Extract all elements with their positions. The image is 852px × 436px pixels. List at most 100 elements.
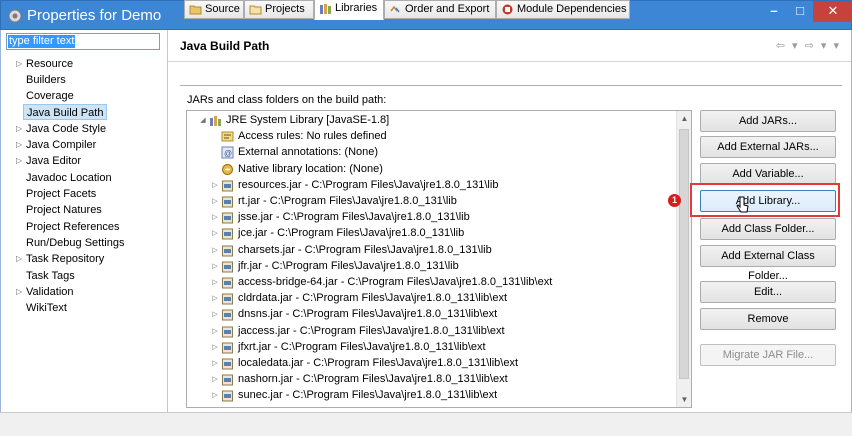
nav-item-label: Java Code Style bbox=[26, 123, 107, 135]
nav-item-java-code-style[interactable]: ▷ Java Code Style bbox=[16, 121, 107, 137]
tree-expand-icon[interactable]: ▷ bbox=[211, 210, 219, 225]
annotations-icon: @ bbox=[221, 146, 234, 159]
tab-order-and-export[interactable]: Order and Export bbox=[384, 0, 496, 19]
tree-expand-icon[interactable]: ◢ bbox=[199, 113, 207, 128]
scroll-thumb[interactable] bbox=[679, 129, 689, 379]
edit-button[interactable]: Edit... bbox=[700, 281, 836, 303]
nav-item-coverage[interactable]: Coverage bbox=[26, 88, 74, 104]
add-external-jars-button[interactable]: Add External JARs... bbox=[700, 136, 836, 158]
remove-button[interactable]: Remove bbox=[700, 308, 836, 330]
jar-icon bbox=[222, 261, 233, 273]
tab-strip-line bbox=[180, 85, 842, 86]
tree-expand-icon[interactable]: ▷ bbox=[211, 372, 219, 387]
tree-expand-icon[interactable]: ▷ bbox=[211, 388, 219, 403]
nav-item-project-facets[interactable]: Project Facets bbox=[26, 186, 96, 202]
filter-input[interactable]: type filter text bbox=[6, 33, 160, 50]
step-badge: 1 bbox=[668, 194, 681, 207]
page-header: Java Build Path ⇦ ▾ ⇨ ▾ ▾ bbox=[168, 30, 851, 62]
close-button[interactable]: ✕ bbox=[813, 1, 852, 22]
module-dependencies-icon bbox=[502, 4, 513, 15]
tree-item-label: nashorn.jar - C:\Program Files\Java\jre1… bbox=[238, 373, 508, 386]
nav-item-java-compiler[interactable]: ▷ Java Compiler bbox=[16, 137, 96, 153]
tree-item-jar[interactable]: ▷ jfxrt.jar - C:\Program Files\Java\jre1.… bbox=[187, 340, 675, 355]
scroll-down-icon[interactable]: ▼ bbox=[677, 392, 692, 407]
nav-item-run-debug-settings[interactable]: Run/Debug Settings bbox=[26, 235, 124, 251]
tree-expand-icon[interactable]: ▷ bbox=[211, 178, 219, 193]
tree-item-jar[interactable]: ▷ jce.jar - C:\Program Files\Java\jre1.8.… bbox=[187, 226, 675, 241]
tree-item-jar[interactable]: ▷ charsets.jar - C:\Program Files\Java\jr… bbox=[187, 243, 675, 258]
jar-icon bbox=[222, 245, 233, 257]
add-external-class-folder-button[interactable]: Add External Class Folder... bbox=[700, 245, 836, 282]
tree-root-jre-library[interactable]: ◢ JRE System Library [JavaSE-1.8] bbox=[187, 113, 675, 128]
tree-item-attribute[interactable]: @ External annotations: (None) bbox=[187, 145, 675, 160]
expand-arrow-icon[interactable]: ▷ bbox=[16, 121, 22, 137]
minimize-button[interactable]: – bbox=[761, 1, 787, 22]
tree-expand-icon[interactable]: ▷ bbox=[211, 356, 219, 371]
nav-item-project-natures[interactable]: Project Natures bbox=[26, 202, 102, 218]
nav-item-task-tags[interactable]: Task Tags bbox=[26, 268, 75, 284]
build-path-tree[interactable]: ◢ JRE System Library [JavaSE-1.8] Access r… bbox=[186, 110, 692, 408]
tree-item-label: resources.jar - C:\Program Files\Java\jr… bbox=[238, 178, 499, 191]
history-nav-arrows[interactable]: ⇦ ▾ ⇨ ▾ ▾ bbox=[776, 39, 841, 52]
tree-item-jar[interactable]: ▷ resources.jar - C:\Program Files\Java\j… bbox=[187, 178, 675, 193]
tab-module-dependencies[interactable]: Module Dependencies bbox=[496, 0, 630, 19]
nav-item-builders[interactable]: Builders bbox=[26, 72, 66, 88]
nav-item-resource[interactable]: ▷ Resource bbox=[16, 56, 74, 72]
nav-item-label: Builders bbox=[26, 74, 66, 86]
tree-item-label: dnsns.jar - C:\Program Files\Java\jre1.8… bbox=[238, 308, 498, 321]
nav-item-java-editor[interactable]: ▷ Java Editor bbox=[16, 153, 82, 169]
nav-item-javadoc-location[interactable]: Javadoc Location bbox=[26, 170, 112, 186]
maximize-button[interactable]: □ bbox=[787, 1, 813, 22]
tree-item-attribute[interactable]: Native library location: (None) bbox=[187, 162, 675, 177]
tree-expand-icon[interactable]: ▷ bbox=[211, 275, 219, 290]
expand-arrow-icon[interactable]: ▷ bbox=[16, 251, 22, 267]
tree-item-jar[interactable]: ▷ jfr.jar - C:\Program Files\Java\jre1.8.… bbox=[187, 259, 675, 274]
tree-expand-icon[interactable]: ▷ bbox=[211, 291, 219, 306]
scroll-up-icon[interactable]: ▲ bbox=[677, 111, 692, 126]
tree-item-jar[interactable]: ▷ nashorn.jar - C:\Program Files\Java\jre… bbox=[187, 372, 675, 387]
nav-item-java-build-path[interactable]: Java Build Path bbox=[23, 104, 108, 120]
tree-item-jar[interactable]: ▷ access-bridge-64.jar - C:\Program Files… bbox=[187, 275, 675, 290]
add-jars-button[interactable]: Add JARs... bbox=[700, 110, 836, 132]
jar-icon bbox=[222, 180, 233, 192]
nav-item-label: Java Editor bbox=[26, 155, 82, 167]
tab-projects[interactable]: Projects bbox=[244, 0, 314, 19]
tree-expand-icon[interactable]: ▷ bbox=[211, 194, 219, 209]
tree-item-jar[interactable]: ▷ localedata.jar - C:\Program Files\Java\… bbox=[187, 356, 675, 371]
tree-item-jar[interactable]: ▷ rt.jar - C:\Program Files\Java\jre1.8.0… bbox=[187, 194, 675, 209]
nav-item-label: Project Natures bbox=[26, 204, 102, 216]
add-class-folder-button[interactable]: Add Class Folder... bbox=[700, 218, 836, 240]
nav-item-label: Validation bbox=[26, 286, 74, 298]
tree-expand-icon[interactable]: ▷ bbox=[211, 307, 219, 322]
tree-item-jar[interactable]: ▷ jsse.jar - C:\Program Files\Java\jre1.8… bbox=[187, 210, 675, 225]
expand-arrow-icon[interactable]: ▷ bbox=[16, 153, 22, 169]
tree-item-jar[interactable]: ▷ jaccess.jar - C:\Program Files\Java\jre… bbox=[187, 324, 675, 339]
tree-expand-icon[interactable]: ▷ bbox=[211, 340, 219, 355]
svg-text:@: @ bbox=[224, 149, 232, 158]
expand-arrow-icon[interactable]: ▷ bbox=[16, 137, 22, 153]
nav-item-wikitext[interactable]: WikiText bbox=[26, 300, 67, 316]
tab-libraries[interactable]: Libraries bbox=[314, 0, 384, 20]
nav-item-validation[interactable]: ▷ Validation bbox=[16, 284, 74, 300]
window-title: Properties for Demo bbox=[27, 7, 162, 24]
nav-item-project-references[interactable]: Project References bbox=[26, 219, 120, 235]
tree-expand-icon[interactable]: ▷ bbox=[211, 226, 219, 241]
tree-item-label: Access rules: No rules defined bbox=[238, 130, 387, 143]
tree-item-label: Native library location: (None) bbox=[238, 162, 383, 175]
nav-item-label: Resource bbox=[26, 58, 74, 70]
jar-icon bbox=[222, 326, 233, 338]
tree-expand-icon[interactable]: ▷ bbox=[211, 259, 219, 274]
tree-item-label: access-bridge-64.jar - C:\Program Files\… bbox=[238, 276, 553, 288]
tree-item-jar[interactable]: ▷ dnsns.jar - C:\Program Files\Java\jre1.… bbox=[187, 307, 675, 322]
tree-item-attribute[interactable]: Access rules: No rules defined bbox=[187, 129, 675, 144]
nav-item-task-repository[interactable]: ▷ Task Repository bbox=[16, 251, 104, 267]
tree-item-jar[interactable]: ▷ sunec.jar - C:\Program Files\Java\jre1.… bbox=[187, 388, 675, 403]
tree-scrollbar[interactable]: ▲ ▼ bbox=[676, 111, 691, 407]
expand-arrow-icon[interactable]: ▷ bbox=[16, 56, 22, 72]
add-variable-button[interactable]: Add Variable... bbox=[700, 163, 836, 185]
tree-expand-icon[interactable]: ▷ bbox=[211, 243, 219, 258]
tree-expand-icon[interactable]: ▷ bbox=[211, 324, 219, 339]
tree-item-jar[interactable]: ▷ cldrdata.jar - C:\Program Files\Java\jr… bbox=[187, 291, 675, 306]
expand-arrow-icon[interactable]: ▷ bbox=[16, 284, 22, 300]
tab-source[interactable]: Source bbox=[184, 0, 244, 19]
